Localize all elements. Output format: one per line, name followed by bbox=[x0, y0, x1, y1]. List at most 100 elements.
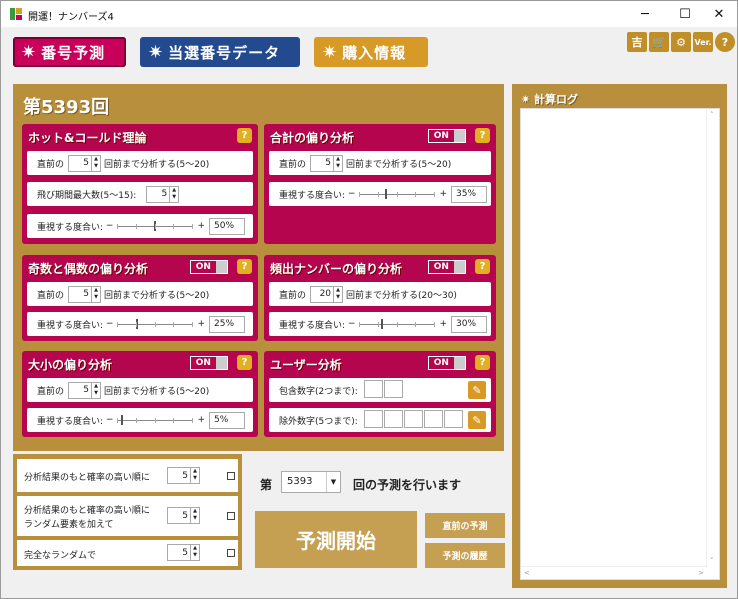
sum-toggle[interactable]: ON bbox=[428, 129, 466, 143]
help-icon[interactable]: ? bbox=[475, 355, 490, 370]
hot-cold-prev-stepper[interactable]: 5 ▲ ▼ bbox=[68, 154, 102, 172]
slider-tick bbox=[415, 192, 417, 197]
option-label: 分析結果のもと確率の高い順に bbox=[24, 506, 150, 516]
odd-even-toggle[interactable]: ON bbox=[190, 260, 228, 274]
chevron-down-icon[interactable]: ▼ bbox=[326, 472, 340, 492]
tab-purchase[interactable]: ✷ 購入情報 bbox=[314, 37, 428, 67]
vertical-scrollbar[interactable]: ˄ ˅ bbox=[706, 109, 719, 567]
include-digit-box[interactable] bbox=[363, 379, 383, 398]
big-small-prev-stepper[interactable]: 5 ▲ ▼ bbox=[68, 381, 102, 399]
cart-icon[interactable]: 🛒 bbox=[649, 32, 669, 52]
odd-even-prev-stepper[interactable]: 5 ▲ ▼ bbox=[68, 285, 102, 303]
option-probability-random-checkbox[interactable] bbox=[227, 512, 235, 520]
sum-prev-stepper[interactable]: 5 ▲ ▼ bbox=[310, 154, 344, 172]
scroll-right-icon[interactable]: > bbox=[698, 569, 704, 577]
frequent-toggle[interactable]: ON bbox=[428, 260, 466, 274]
frequent-prev-stepper[interactable]: 20 ▲ ▼ bbox=[310, 285, 344, 303]
pencil-icon[interactable]: ✎ bbox=[468, 381, 486, 399]
big-small-prev-row: 直前の 5 ▲ ▼ 回前まで分析する(5〜20) bbox=[27, 378, 253, 402]
exclude-digit-box[interactable] bbox=[403, 409, 423, 428]
round-title: 第5393回 bbox=[23, 97, 110, 118]
weight-label: 重視する度合い: bbox=[37, 222, 104, 233]
top-icon-bar: 吉 🛒 ⚙ Ver. ? bbox=[627, 32, 735, 52]
slider-thumb[interactable] bbox=[121, 415, 124, 425]
pencil-icon[interactable]: ✎ bbox=[468, 411, 486, 429]
help-icon[interactable]: ? bbox=[475, 259, 490, 274]
scroll-down-icon[interactable]: ˅ bbox=[710, 557, 714, 565]
prediction-history-button[interactable]: 予測の履歴 bbox=[425, 543, 505, 568]
stepper-arrows-icon[interactable]: ▲ ▼ bbox=[333, 286, 342, 302]
hot-cold-weight-slider[interactable] bbox=[117, 221, 194, 231]
weight-label: 重視する度合い: bbox=[279, 190, 346, 201]
frequent-weight-slider[interactable] bbox=[359, 319, 436, 329]
app-window: 開運！ナンバーズ4 ─ ☐ ✕ ✷ 番号予測 ✷ 当選番号データ ✷ 購入情報 吉 🛒… bbox=[0, 0, 738, 599]
help-icon[interactable]: ? bbox=[237, 259, 252, 274]
help-icon[interactable]: ? bbox=[237, 355, 252, 370]
big-small-weight-slider[interactable] bbox=[117, 415, 194, 425]
slider-tick bbox=[155, 224, 157, 229]
option-random-checkbox[interactable] bbox=[227, 549, 235, 557]
log-textarea[interactable]: ˄ ˅ < > bbox=[520, 108, 720, 580]
include-digit-box[interactable] bbox=[383, 379, 403, 398]
stepper-arrows-icon[interactable]: ▲ ▼ bbox=[91, 382, 100, 398]
help-icon[interactable]: ? bbox=[475, 128, 490, 143]
scroll-left-icon[interactable]: < bbox=[524, 569, 530, 577]
version-icon[interactable]: Ver. bbox=[693, 32, 713, 52]
stepper-arrows-icon[interactable]: ▲ ▼ bbox=[169, 186, 178, 202]
slider-tick bbox=[136, 224, 138, 229]
slider-tick bbox=[434, 322, 436, 327]
option-probability-stepper[interactable]: 5 ▲ ▼ bbox=[167, 467, 200, 484]
option-probability-random-stepper[interactable]: 5 ▲ ▼ bbox=[167, 507, 200, 524]
weight-label: 重視する度合い: bbox=[37, 320, 104, 331]
slider-thumb[interactable] bbox=[381, 319, 384, 329]
exclude-digit-box[interactable] bbox=[363, 409, 383, 428]
slider-tick bbox=[397, 192, 399, 197]
user-exclude-row: 除外数字(5つまで): ✎ bbox=[269, 408, 491, 432]
exclude-digit-box[interactable] bbox=[443, 409, 463, 428]
big-small-toggle[interactable]: ON bbox=[190, 356, 228, 370]
round-select[interactable]: 5393 ▼ bbox=[281, 471, 341, 493]
stepper-arrows-icon[interactable]: ▲ ▼ bbox=[91, 155, 100, 171]
stepper-arrows-icon[interactable]: ▲ ▼ bbox=[190, 508, 199, 523]
odd-even-weight-slider[interactable] bbox=[117, 319, 194, 329]
fortune-icon[interactable]: 吉 bbox=[627, 32, 647, 52]
close-icon[interactable]: ✕ bbox=[699, 1, 738, 27]
stepper-arrows-icon[interactable]: ▲ ▼ bbox=[333, 155, 342, 171]
minus-icon: − bbox=[103, 221, 114, 231]
option-random-stepper[interactable]: 5 ▲ ▼ bbox=[167, 544, 200, 561]
slider-thumb[interactable] bbox=[385, 189, 388, 199]
tab-winning-data[interactable]: ✷ 当選番号データ bbox=[140, 37, 300, 67]
prev-label: 直前の bbox=[279, 159, 307, 170]
hot-cold-jump-stepper[interactable]: 5 ▲ ▼ bbox=[146, 185, 180, 203]
start-prediction-button[interactable]: 予測開始 bbox=[255, 511, 417, 568]
help-icon[interactable]: ? bbox=[237, 128, 252, 143]
slider-tick bbox=[192, 322, 194, 327]
stepper-arrows-icon[interactable]: ▲ ▼ bbox=[190, 468, 199, 483]
gear-icon[interactable]: ⚙ bbox=[671, 32, 691, 52]
exclude-digit-box[interactable] bbox=[423, 409, 443, 428]
exclude-digit-box[interactable] bbox=[383, 409, 403, 428]
previous-prediction-button[interactable]: 直前の予測 bbox=[425, 513, 505, 538]
stepper-arrows-icon[interactable]: ▲ ▼ bbox=[190, 545, 199, 560]
sum-prev-row: 直前の 5 ▲ ▼ 回前まで分析する(5〜20) bbox=[269, 151, 491, 175]
slider-tick bbox=[173, 224, 175, 229]
help-icon[interactable]: ? bbox=[715, 32, 735, 52]
minus-icon: − bbox=[103, 415, 114, 425]
title-bar: 開運！ナンバーズ4 ─ ☐ ✕ bbox=[1, 1, 737, 27]
sum-weight-slider[interactable] bbox=[359, 189, 436, 199]
option-label: 完全なランダムで bbox=[24, 551, 97, 561]
scroll-up-icon[interactable]: ˄ bbox=[710, 111, 714, 119]
frequent-weight-row: 重視する度合い: − + 30% bbox=[269, 312, 491, 336]
exclude-digits bbox=[363, 409, 464, 431]
horizontal-scrollbar[interactable]: < > bbox=[521, 566, 707, 579]
minus-icon: − bbox=[345, 189, 356, 199]
user-toggle[interactable]: ON bbox=[428, 356, 466, 370]
prev-suffix: 回前まで分析する(20〜30) bbox=[346, 290, 457, 301]
stepper-value: 5 bbox=[83, 289, 90, 299]
minimize-icon[interactable]: ─ bbox=[625, 1, 665, 27]
option-probability-checkbox[interactable] bbox=[227, 472, 235, 480]
slider-tick bbox=[173, 322, 175, 327]
stepper-arrows-icon[interactable]: ▲ ▼ bbox=[91, 286, 100, 302]
tab-predict[interactable]: ✷ 番号予測 bbox=[13, 37, 126, 67]
stepper-value: 5 bbox=[83, 385, 90, 395]
